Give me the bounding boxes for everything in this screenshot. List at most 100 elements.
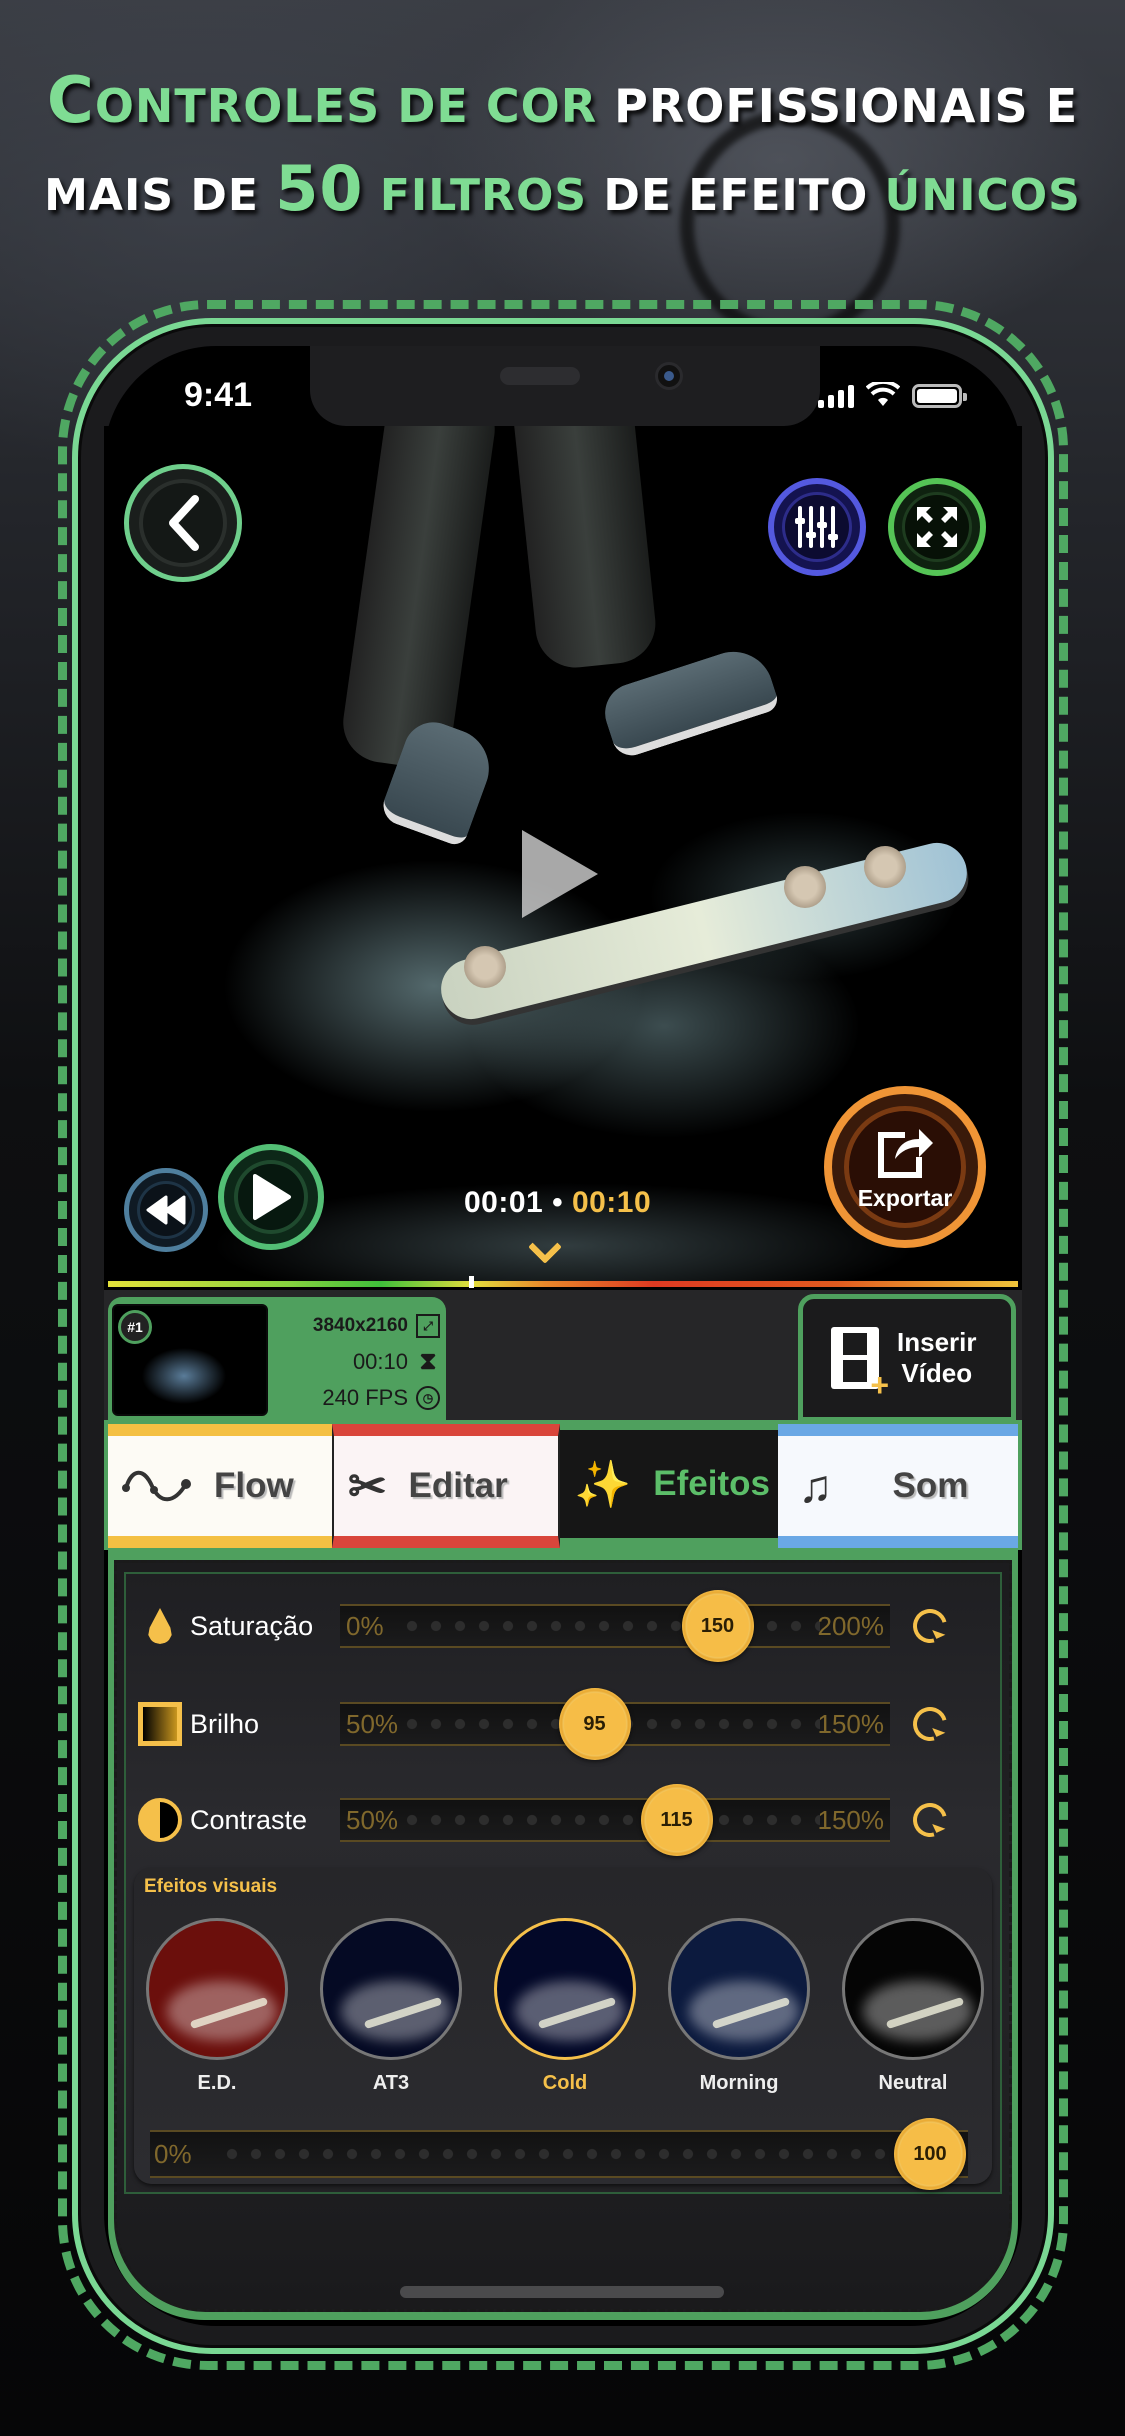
sliders-icon	[795, 506, 838, 548]
clip-duration: 00:10	[352, 1349, 408, 1374]
timeline-scrubber[interactable]	[108, 1281, 1018, 1287]
contrast-slider[interactable]: 50% 150% 115	[340, 1784, 890, 1856]
tab-som[interactable]: ♫ Som	[778, 1424, 1018, 1548]
slider-label: Contraste	[190, 1804, 308, 1835]
drop-icon	[148, 1608, 172, 1644]
headline-line-1: CONTROLES DE COR PROFISSIONAIS E	[0, 62, 1125, 140]
effect-morning[interactable]: Morning	[664, 1918, 814, 2095]
export-button[interactable]: Exportar	[824, 1086, 986, 1248]
insert-video-button[interactable]: + Inserir Vídeo	[798, 1294, 1016, 1422]
brightness-slider[interactable]: 50% 150% 95	[340, 1688, 890, 1760]
effect-cold[interactable]: Cold	[490, 1918, 640, 2095]
contrast-icon	[138, 1798, 182, 1842]
headline-word: ÚNICOS	[884, 170, 1081, 221]
slider-label: Saturação	[190, 1610, 314, 1641]
slider-dots	[400, 1814, 820, 1826]
saturation-row: Saturação 0% 200% 150	[130, 1586, 998, 1666]
status-time: 9:41	[184, 376, 253, 414]
cellular-signal-icon	[818, 385, 854, 408]
skater-leg	[508, 426, 660, 672]
slider-label: Brilho	[190, 1708, 260, 1739]
fps-icon: ◷	[416, 1386, 440, 1410]
playhead[interactable]	[469, 1276, 474, 1288]
clip-info: 3840x2160 ⤢ 00:10 ⧗ 240 FPS ◷	[270, 1308, 440, 1416]
headline-number: 50	[275, 152, 364, 225]
slider-knob[interactable]: 150	[681, 1590, 754, 1662]
effect-label: AT3	[372, 2072, 410, 2094]
intensity-track[interactable]: 0% 100	[150, 2118, 968, 2190]
headline-word: MAIS DE	[44, 170, 276, 221]
reset-contrast-button[interactable]	[900, 1796, 960, 1844]
intensity-min: 0%	[154, 2138, 192, 2169]
tab-label: Efeitos	[653, 1464, 770, 1503]
effect-thumbnail[interactable]	[842, 1918, 984, 2060]
music-note-icon: ♫	[798, 1460, 833, 1512]
visual-effects-title: Efeitos visuais	[144, 1876, 278, 1897]
color-adjust-button[interactable]	[768, 478, 866, 576]
center-play-icon[interactable]	[522, 830, 598, 918]
play-icon	[253, 1174, 291, 1220]
tab-label: Som	[892, 1466, 969, 1505]
reset-saturation-button[interactable]	[900, 1602, 960, 1650]
share-icon	[878, 1128, 933, 1178]
effect-thumbnail[interactable]	[320, 1918, 462, 2060]
back-button[interactable]	[124, 464, 242, 582]
skateboard-wheel	[464, 946, 506, 988]
effect-ed[interactable]: E.D.	[142, 1918, 292, 2095]
rewind-icon	[146, 1195, 186, 1225]
slider-knob[interactable]: 95	[558, 1688, 631, 1760]
hourglass-icon: ⧗	[419, 1348, 437, 1375]
reset-icon	[906, 1700, 954, 1748]
effects-list: E.D. AT3 Cold Morning Neutral	[142, 1918, 988, 2095]
resolution-icon: ⤢	[416, 1314, 440, 1338]
reset-icon	[906, 1602, 954, 1650]
expand-icon	[917, 507, 957, 547]
effect-label: E.D.	[197, 2072, 237, 2094]
headline-word: ONTROLES DE COR	[94, 79, 615, 133]
effect-thumbnail[interactable]	[494, 1918, 636, 2060]
headline-word: PROFISSIONAIS E	[614, 79, 1079, 133]
effect-neutral[interactable]: Neutral	[838, 1918, 988, 2095]
headline-word: DE EFEITO	[603, 170, 885, 221]
effect-thumbnail[interactable]	[146, 1918, 288, 2060]
tab-editar[interactable]: ✂ Editar	[332, 1424, 560, 1548]
wifi-icon	[866, 382, 900, 406]
effect-intensity-slider[interactable]: 0% 100	[150, 2118, 968, 2190]
phone-notch	[310, 346, 820, 426]
tab-efeitos[interactable]: ✨ Efeitos	[560, 1430, 778, 1538]
effect-label: Neutral	[878, 2072, 948, 2094]
skateboard-wheel	[864, 846, 906, 888]
status-icons	[818, 382, 967, 408]
play-button[interactable]	[218, 1144, 324, 1250]
contrast-row: Contraste 50% 150% 115	[130, 1780, 998, 1860]
slider-knob[interactable]: 115	[640, 1784, 713, 1856]
tab-label: Flow	[214, 1466, 294, 1505]
effect-at3[interactable]: AT3	[316, 1918, 466, 2095]
slider-min: 0%	[346, 1610, 384, 1641]
slider-max: 150%	[817, 1804, 885, 1835]
reset-icon	[906, 1796, 954, 1844]
effect-label: Morning	[699, 2072, 779, 2094]
effect-thumbnail[interactable]	[668, 1918, 810, 2060]
home-indicator	[400, 2286, 724, 2298]
saturation-slider[interactable]: 0% 200% 150	[340, 1590, 890, 1662]
skater-leg	[338, 426, 500, 772]
tab-flow[interactable]: Flow	[108, 1424, 332, 1548]
current-time: 00:01	[464, 1186, 544, 1219]
intensity-knob[interactable]: 100	[894, 2118, 966, 2190]
insert-label-line: Inserir	[897, 1327, 977, 1357]
tab-label: Editar	[408, 1466, 508, 1505]
rewind-button[interactable]	[124, 1168, 208, 1252]
wave-icon	[122, 1470, 191, 1502]
time-separator: •	[552, 1186, 564, 1219]
clip-resolution: 3840x2160	[312, 1315, 408, 1336]
headline-word: C	[46, 64, 95, 138]
reset-brightness-button[interactable]	[900, 1700, 960, 1748]
phone-speaker	[500, 367, 580, 385]
promo-headline: CONTROLES DE COR PROFISSIONAIS E MAIS DE…	[0, 62, 1125, 235]
slider-dots	[220, 2148, 888, 2160]
slider-min: 50%	[346, 1708, 399, 1739]
phone-camera	[655, 362, 683, 390]
clip-number-badge: #1	[118, 1310, 152, 1344]
fullscreen-button[interactable]	[888, 478, 986, 576]
